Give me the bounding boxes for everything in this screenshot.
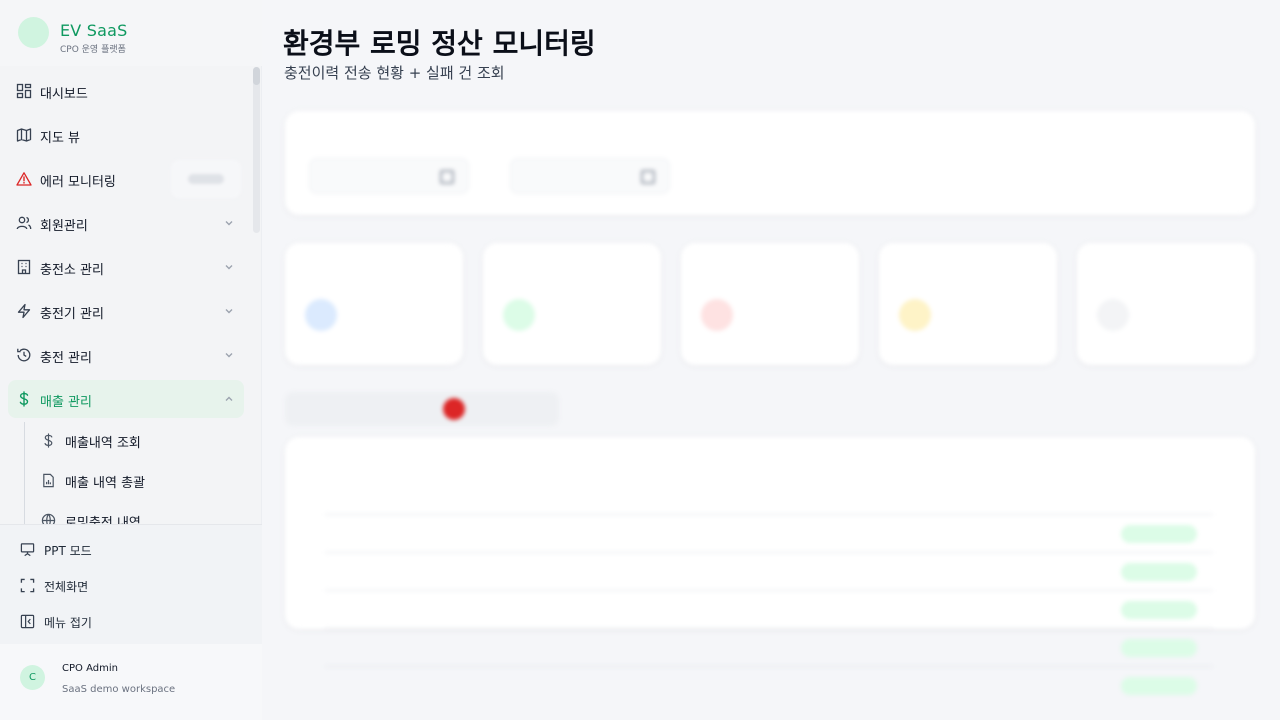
date-filter-card [285, 111, 1255, 215]
table-row[interactable] [325, 628, 1213, 666]
sidebar-collapse-icon [20, 614, 35, 629]
sidebar-tools: PPT 모드 전체화면 메뉴 접기 [0, 524, 262, 644]
map-icon [16, 128, 32, 142]
tab-bar [285, 392, 559, 426]
warning-icon [16, 172, 32, 186]
sidebar-item-label: 충전소 관리 [40, 263, 104, 278]
calendar-icon [641, 170, 655, 184]
calendar-icon [440, 170, 454, 184]
error-count-badge [171, 160, 241, 198]
sidebar-item-label: 에러 모니터링 [40, 175, 116, 190]
failure-table-rows [325, 514, 1213, 704]
start-date-field[interactable] [309, 158, 469, 194]
ppt-mode-label: PPT 모드 [44, 544, 92, 558]
stat-card-success [483, 243, 661, 365]
sidebar-item-label: 충전 관리 [40, 351, 92, 366]
status-badge [1121, 677, 1197, 695]
submenu-item-sales-history[interactable]: 매출내역 조회 [33, 423, 243, 459]
sidebar-item-chargers[interactable]: 충전기 관리 [8, 292, 244, 330]
chevron-down-icon [225, 309, 233, 314]
globe-icon [41, 513, 56, 524]
chevron-down-icon [225, 265, 233, 270]
sidebar-item-stations[interactable]: 충전소 관리 [8, 248, 244, 286]
dashboard-icon [16, 83, 32, 99]
brand-logo [18, 17, 49, 48]
submenu-item-label: 로밍충전 내역 [65, 516, 141, 524]
end-date-field[interactable] [510, 158, 670, 194]
submenu-guide-line [24, 422, 25, 524]
stat-card-total [285, 243, 463, 365]
user-name: CPO Admin [62, 663, 118, 674]
status-badge [1121, 525, 1197, 543]
collapse-menu-button[interactable]: 메뉴 접기 [12, 605, 242, 637]
stat-card-pending [879, 243, 1057, 365]
stat-card-other [1077, 243, 1255, 365]
sidebar-scrollbar[interactable] [253, 67, 260, 233]
chevron-down-icon [225, 221, 233, 226]
brand-subtitle: CPO 운영 플랫폼 [60, 45, 126, 55]
failed-count-badge [443, 398, 465, 420]
status-badge [1121, 563, 1197, 581]
brand-name: EV SaaS [60, 21, 128, 40]
refresh-icon [1097, 299, 1129, 331]
collapse-menu-label: 메뉴 접기 [44, 616, 92, 630]
submenu-item-roaming-history[interactable]: 로밍충전 내역 [33, 503, 243, 524]
scrollbar-thumb[interactable] [253, 67, 260, 85]
sidebar-nav: 대시보드 지도 뷰 에러 모니터링 회원관리 충전소 관리 충전기 관리 충전 … [0, 70, 262, 524]
table-row[interactable] [325, 552, 1213, 590]
sidebar-item-map[interactable]: 지도 뷰 [8, 116, 244, 154]
fullscreen-label: 전체화면 [44, 580, 89, 594]
page-title: 환경부 로밍 정산 모니터링 [283, 27, 596, 60]
clock-icon [899, 299, 931, 331]
sidebar-item-label: 매출 관리 [40, 395, 92, 410]
avatar: C [20, 665, 45, 690]
chevron-down-icon [225, 353, 233, 358]
sidebar-item-error-monitoring[interactable]: 에러 모니터링 [8, 160, 244, 198]
sidebar-item-members[interactable]: 회원관리 [8, 204, 244, 242]
sidebar-item-dashboard[interactable]: 대시보드 [8, 72, 244, 110]
table-row[interactable] [325, 514, 1213, 552]
user-profile[interactable]: C CPO Admin SaaS demo workspace [0, 644, 262, 720]
report-icon [43, 473, 54, 488]
sidebar-item-label: 대시보드 [40, 87, 88, 102]
check-circle-icon [503, 299, 535, 331]
dollar-icon [44, 433, 53, 448]
bolt-icon [17, 303, 31, 319]
table-row[interactable] [325, 666, 1213, 704]
history-icon [17, 348, 31, 362]
fullscreen-button[interactable]: 전체화면 [12, 569, 242, 601]
submenu-item-sales-summary[interactable]: 매출 내역 총괄 [33, 463, 243, 499]
dollar-icon [19, 391, 29, 407]
sidebar-item-charging[interactable]: 충전 관리 [8, 336, 244, 374]
sidebar-item-label: 회원관리 [40, 219, 88, 234]
table-row[interactable] [325, 590, 1213, 628]
sidebar-item-label: 지도 뷰 [40, 131, 81, 146]
page-subtitle: 충전이력 전송 현황 + 실패 건 조회 [284, 64, 505, 82]
chevron-up-icon [225, 396, 233, 401]
sidebar: EV SaaS CPO 운영 플랫폼 대시보드 지도 뷰 에러 모니터링 회원관… [0, 0, 262, 720]
sidebar-item-label: 충전기 관리 [40, 307, 104, 322]
sidebar-item-sales[interactable]: 매출 관리 [8, 380, 244, 418]
chart-icon [305, 299, 337, 331]
submenu-item-label: 매출내역 조회 [65, 436, 141, 451]
ppt-mode-button[interactable]: PPT 모드 [12, 533, 242, 565]
x-circle-icon [701, 299, 733, 331]
status-badge [1121, 639, 1197, 657]
status-badge [1121, 601, 1197, 619]
fullscreen-icon [20, 578, 35, 593]
brand-header: EV SaaS CPO 운영 플랫폼 [0, 0, 262, 66]
presentation-icon [20, 543, 35, 557]
building-icon [17, 259, 31, 275]
users-icon [16, 216, 32, 230]
stat-card-failed [681, 243, 859, 365]
user-workspace: SaaS demo workspace [62, 684, 176, 695]
submenu-item-label: 매출 내역 총괄 [65, 476, 146, 491]
